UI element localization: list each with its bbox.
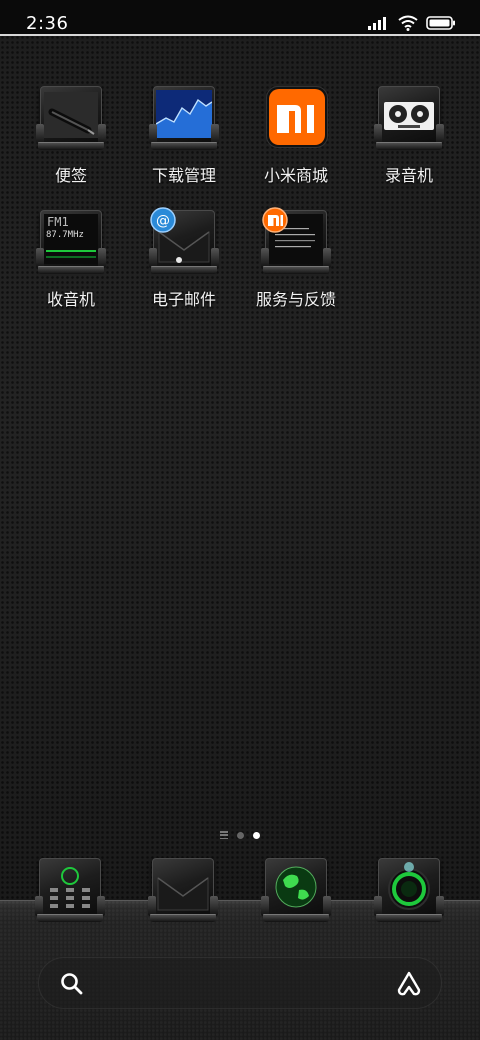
status-bar: 2:36	[0, 0, 480, 36]
app-label: 服务与反馈	[255, 290, 336, 309]
app-radio[interactable]: FM1 87.7MHz 收音机	[21, 210, 121, 310]
notes-pen-icon	[36, 86, 106, 152]
messages-envelope-icon	[148, 858, 218, 924]
svg-text:@: @	[156, 213, 170, 229]
signal-icon	[368, 17, 386, 30]
app-notes[interactable]: 便签	[21, 86, 121, 186]
search-icon[interactable]	[59, 971, 85, 997]
mi-logo-icon	[263, 86, 329, 152]
dock-camera[interactable]	[374, 858, 444, 928]
app-label: 小米商城	[263, 166, 328, 185]
tape-recorder-icon	[374, 86, 444, 152]
wifi-icon	[398, 15, 418, 31]
fm-radio-icon: FM1 87.7MHz	[36, 210, 106, 276]
radio-band-text: FM1	[47, 215, 69, 229]
status-icons	[368, 14, 456, 32]
page-menu-icon	[220, 831, 228, 839]
app-mi-store[interactable]: 小米商城	[246, 86, 346, 186]
app-service-feedback[interactable]: 服务与反馈	[246, 207, 346, 310]
app-email[interactable]: @ 电子邮件	[134, 207, 234, 310]
assistant-icon[interactable]	[395, 970, 423, 998]
dock-messages[interactable]	[148, 858, 218, 928]
phone-dialer-icon	[35, 858, 105, 924]
app-recorder[interactable]: 录音机	[359, 86, 459, 186]
app-label: 收音机	[46, 290, 95, 309]
dock-phone[interactable]	[35, 858, 105, 928]
app-downloads[interactable]: 下载管理	[134, 86, 234, 186]
service-feedback-icon	[261, 207, 331, 276]
browser-globe-icon	[261, 858, 331, 924]
camera-lens-icon	[374, 858, 444, 924]
radio-frequency-text: 87.7MHz	[46, 230, 84, 240]
page-indicator[interactable]	[0, 829, 480, 841]
status-time: 2:36	[26, 13, 69, 34]
app-label: 下载管理	[151, 166, 216, 185]
battery-icon	[426, 16, 455, 30]
app-label: 录音机	[384, 166, 433, 185]
app-label: 便签	[54, 166, 87, 185]
search-bar[interactable]	[38, 957, 442, 1009]
app-label: 电子邮件	[151, 290, 216, 309]
page-dot[interactable]	[237, 831, 244, 839]
page-dot-active[interactable]	[253, 831, 260, 839]
email-envelope-icon: @	[149, 207, 219, 276]
download-chart-icon	[149, 86, 219, 152]
dock-browser[interactable]	[261, 858, 331, 928]
